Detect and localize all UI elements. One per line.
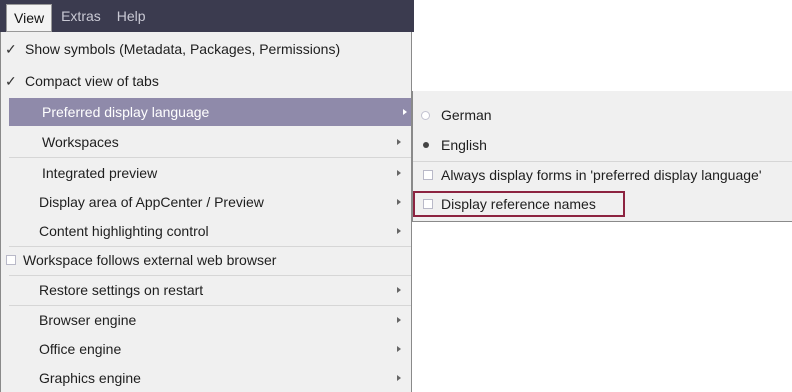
menu-help[interactable]: Help: [110, 4, 153, 28]
menu-item-label: Workspaces: [42, 134, 119, 150]
menu-item-label: Display area of AppCenter / Preview: [39, 194, 264, 210]
checkbox[interactable]: [423, 170, 433, 180]
submenu-item-label: English: [441, 137, 487, 153]
submenu-arrow-icon: [403, 109, 407, 115]
menu-item-office-engine[interactable]: Office engine: [1, 335, 413, 363]
submenu-item-german[interactable]: German: [413, 101, 792, 129]
menu-item-restore-settings[interactable]: Restore settings on restart: [1, 276, 413, 304]
submenu-item-label: German: [441, 107, 492, 123]
menu-extras[interactable]: Extras: [54, 4, 108, 28]
menu-item-graphics-engine[interactable]: Graphics engine: [1, 364, 413, 392]
checkmark-icon: ✓: [5, 40, 17, 57]
menu-item-workspace-follows-browser[interactable]: Workspace follows external web browser: [1, 246, 413, 274]
menu-item-display-area[interactable]: Display area of AppCenter / Preview: [1, 188, 413, 216]
menu-item-label: Graphics engine: [39, 370, 141, 386]
menu-item-preferred-display-language[interactable]: Preferred display language: [9, 98, 411, 126]
menu-item-label: Compact view of tabs: [25, 73, 159, 89]
submenu-arrow-icon: [397, 199, 401, 205]
menu-item-label: Preferred display language: [42, 104, 210, 120]
menu-bar: View Extras Help: [0, 0, 414, 32]
submenu-arrow-icon: [397, 170, 401, 176]
submenu-arrow-icon: [397, 139, 401, 145]
submenu-arrow-icon: [397, 375, 401, 381]
menu-item-label: Workspace follows external web browser: [23, 252, 277, 268]
menu-item-label: Restore settings on restart: [39, 282, 204, 298]
submenu-item-english[interactable]: English: [413, 131, 792, 159]
menu-item-content-highlighting[interactable]: Content highlighting control: [1, 217, 413, 245]
language-submenu: German English Always display forms in '…: [412, 91, 792, 222]
menu-item-workspaces[interactable]: Workspaces: [1, 128, 413, 156]
checkbox[interactable]: [6, 255, 16, 265]
menu-item-browser-engine[interactable]: Browser engine: [1, 306, 413, 334]
menu-item-label: Browser engine: [39, 312, 137, 328]
menu-item-show-symbols[interactable]: ✓ Show symbols (Metadata, Packages, Perm…: [1, 35, 413, 63]
menu-separator: [9, 157, 411, 158]
menu-item-label: Content highlighting control: [39, 223, 209, 239]
menu-item-label: Show symbols (Metadata, Packages, Permis…: [25, 41, 341, 57]
submenu-arrow-icon: [397, 287, 401, 293]
menu-item-compact-tabs[interactable]: ✓ Compact view of tabs: [1, 67, 413, 95]
submenu-arrow-icon: [397, 317, 401, 323]
submenu-arrow-icon: [397, 346, 401, 352]
menu-item-label: Office engine: [39, 341, 122, 357]
menu-item-integrated-preview[interactable]: Integrated preview: [1, 159, 413, 187]
menu-item-label: Integrated preview: [42, 165, 158, 181]
focus-highlight: [413, 191, 625, 217]
radio-button[interactable]: [421, 110, 430, 120]
submenu-item-label: Always display forms in 'preferred displ…: [441, 167, 762, 183]
checkmark-icon: ✓: [5, 72, 17, 89]
radio-selected-icon[interactable]: [423, 142, 429, 148]
submenu-arrow-icon: [397, 228, 401, 234]
menu-view[interactable]: View: [6, 4, 53, 32]
submenu-item-always-display-forms[interactable]: Always display forms in 'preferred displ…: [413, 161, 792, 189]
view-menu: ✓ Show symbols (Metadata, Packages, Perm…: [0, 32, 412, 392]
